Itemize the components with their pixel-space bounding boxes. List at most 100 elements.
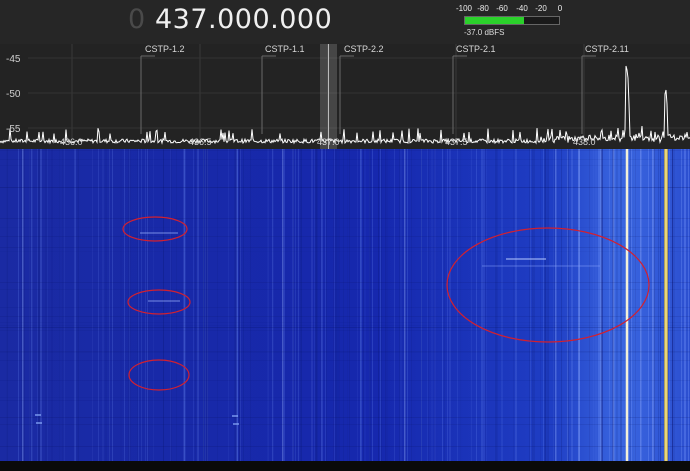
waterfall-streak: [444, 149, 445, 461]
waterfall-row: [0, 282, 690, 283]
waterfall-streak: [485, 149, 486, 461]
meter-scale-label: -20: [535, 4, 547, 13]
waterfall-streak: [163, 149, 164, 461]
signal-level-meter: -100 -80 -60 -40 -20 0 -37.0 dBFS: [456, 4, 562, 38]
waterfall-streak: [120, 149, 122, 461]
waterfall-streak: [407, 149, 408, 461]
waterfall-streak: [153, 149, 154, 461]
waterfall-streak: [432, 149, 433, 461]
waterfall-streak: [62, 149, 63, 461]
waterfall-streak: [360, 149, 361, 461]
waterfall-row: [0, 307, 690, 308]
waterfall-streak: [457, 149, 458, 461]
waterfall-streak: [616, 149, 618, 461]
waterfall-row: [0, 165, 690, 166]
waterfall-row: [0, 397, 690, 398]
waterfall-streak: [239, 149, 240, 461]
waterfall-streak: [442, 149, 443, 461]
waterfall-row: [0, 247, 690, 248]
waterfall-streak: [75, 149, 76, 461]
waterfall-streak: [321, 149, 322, 461]
waterfall-row: [0, 330, 690, 331]
waterfall-streak: [364, 149, 366, 461]
waterfall-streak: [548, 149, 549, 461]
marker-label-cstp-2-2[interactable]: CSTP-2.2: [344, 44, 384, 54]
waterfall-row: [0, 400, 690, 401]
waterfall-streak: [533, 149, 535, 461]
meter-level-fill: [465, 17, 525, 24]
waterfall-streak: [171, 149, 172, 461]
waterfall-streak: [481, 149, 482, 461]
waterfall-row: [0, 446, 690, 447]
waterfall-streak: [427, 149, 428, 461]
waterfall-streak: [609, 149, 610, 461]
waterfall-streak: [449, 149, 451, 461]
waterfall-streak: [476, 149, 477, 461]
waterfall-streak: [334, 149, 335, 461]
waterfall-streak: [567, 149, 568, 461]
marker-label-cstp-2-1[interactable]: CSTP-2.1: [456, 44, 496, 54]
waterfall-blip: [36, 422, 42, 424]
y-tick-label: -45: [6, 54, 21, 65]
waterfall-streak: [268, 149, 269, 461]
waterfall-row: [0, 424, 690, 425]
waterfall-streak: [369, 149, 371, 461]
waterfall-streak: [400, 149, 402, 461]
waterfall-streak: [267, 149, 268, 461]
meter-scale-label: -60: [496, 4, 508, 13]
waterfall-streak: [98, 149, 99, 461]
waterfall-streak: [600, 149, 602, 461]
waterfall-streak: [673, 149, 675, 461]
waterfall-streak: [45, 149, 47, 461]
waterfall-streak: [497, 149, 498, 461]
meter-scale-label: -40: [516, 4, 528, 13]
waterfall-streak: [47, 149, 48, 461]
waterfall-streak: [78, 149, 79, 461]
waterfall-streak: [112, 149, 113, 461]
waterfall-streak: [137, 149, 138, 461]
waterfall-streak: [555, 149, 557, 461]
waterfall-streak: [380, 149, 381, 461]
waterfall-streak: [630, 149, 631, 461]
meter-track: [464, 16, 560, 25]
waterfall-streak: [141, 149, 142, 461]
waterfall-streak: [571, 149, 573, 461]
waterfall-streak: [593, 149, 594, 461]
marker-label-cstp-1-2[interactable]: CSTP-1.2: [145, 44, 185, 54]
waterfall-row: [0, 325, 690, 326]
waterfall-streak: [282, 149, 284, 461]
frequency-leading-digit[interactable]: 0: [128, 4, 145, 35]
waterfall-streak: [235, 149, 237, 461]
waterfall-row: [0, 251, 690, 252]
waterfall-streak: [6, 149, 7, 461]
waterfall-streak: [195, 149, 196, 461]
waterfall-display[interactable]: [0, 149, 690, 461]
waterfall-streak: [660, 149, 661, 461]
waterfall-streak: [515, 149, 517, 461]
marker-label-cstp-2-11[interactable]: CSTP-2.11: [585, 44, 629, 54]
waterfall-row: [0, 380, 690, 381]
waterfall-streak: [612, 149, 613, 461]
waterfall-streak: [547, 149, 548, 461]
waterfall-streak: [482, 149, 483, 461]
waterfall-streak: [22, 149, 24, 461]
waterfall-streak: [486, 149, 487, 461]
waterfall-streak: [325, 149, 326, 461]
waterfall-row: [0, 187, 690, 188]
waterfall-streak: [495, 149, 497, 461]
waterfall-streak: [148, 149, 149, 461]
frequency-display[interactable]: 437.000.000: [155, 4, 332, 35]
x-tick-label: 436.0: [60, 137, 83, 147]
status-strip: [0, 461, 690, 471]
waterfall-streak: [21, 149, 22, 461]
waterfall-streak: [250, 149, 251, 461]
marker-label-cstp-1-1[interactable]: CSTP-1.1: [265, 44, 305, 54]
waterfall-streak: [292, 149, 294, 461]
waterfall-row: [0, 351, 690, 352]
spectrum-plot[interactable]: -45 -50 -55 436.0 436.5 437.0 437.5 438.…: [0, 44, 690, 149]
waterfall-streak: [447, 149, 448, 461]
waterfall-streak: [320, 149, 321, 461]
waterfall-streak: [234, 149, 235, 461]
waterfall-streak: [431, 149, 432, 461]
waterfall-streak: [339, 149, 340, 461]
